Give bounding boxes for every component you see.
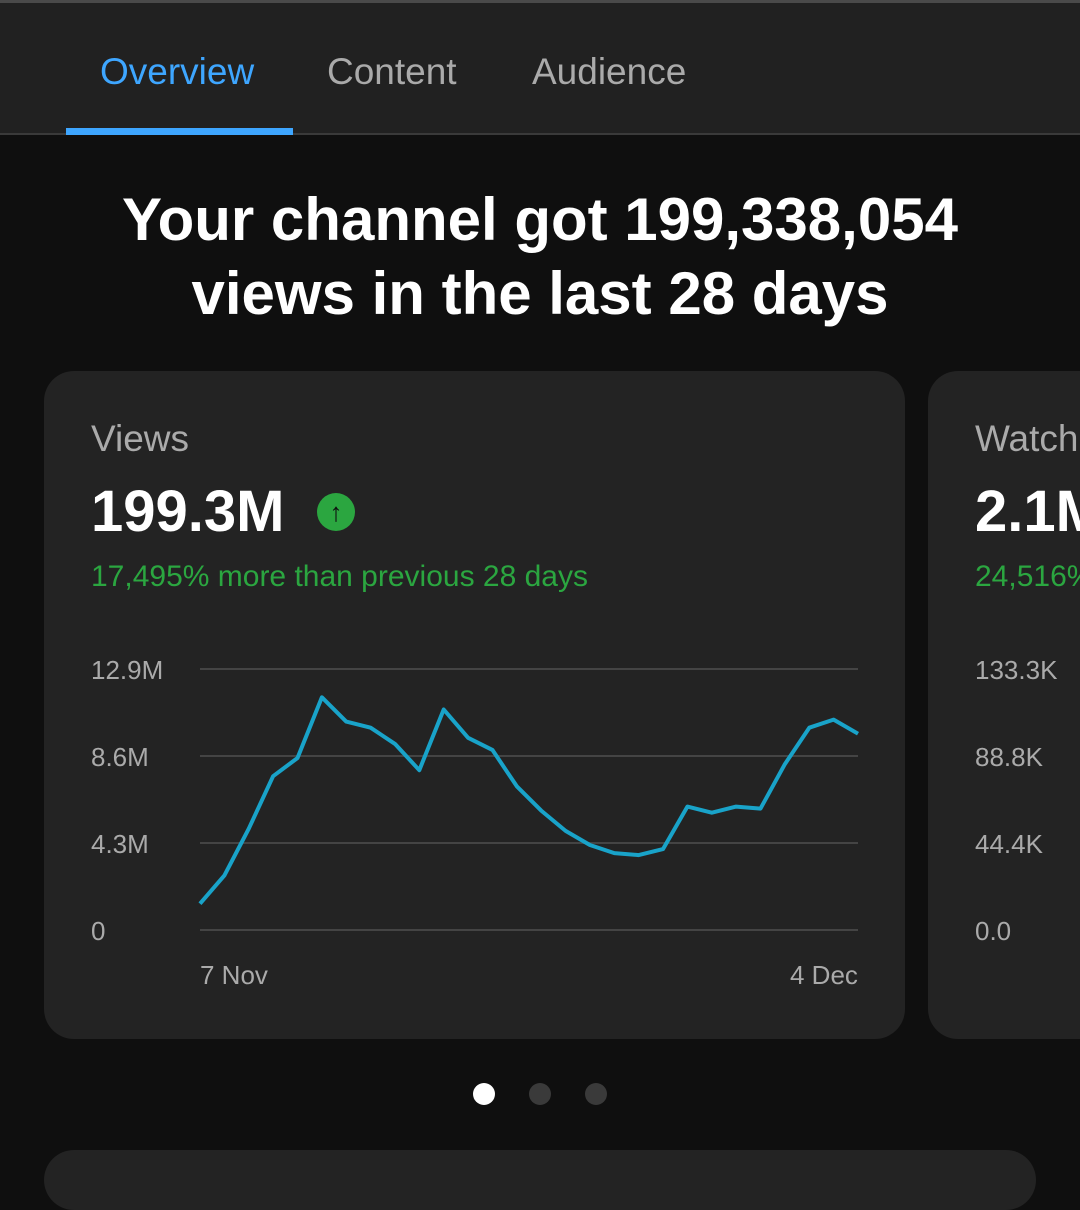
arrow-up-icon: ↑ — [317, 493, 355, 531]
views-series-line — [198, 695, 860, 906]
tab-audience[interactable]: Audience — [532, 3, 686, 133]
page-headline: Your channel got 199,338,054 views in th… — [0, 183, 1080, 331]
carousel-dot[interactable] — [473, 1083, 495, 1105]
watch-card-title: Watch — [975, 418, 1079, 459]
watch-y-tick-label: 88.8K — [975, 742, 1043, 772]
views-line-chart[interactable] — [190, 660, 870, 950]
y-tick-label: 12.9M — [91, 655, 164, 685]
next-section-card — [44, 1150, 1036, 1210]
tab-bar: Overview Content Audience — [0, 3, 1080, 135]
active-tab-indicator — [66, 128, 293, 135]
carousel-indicator — [0, 1083, 1080, 1107]
y-tick-label: 8.6M — [91, 742, 149, 772]
tab-content[interactable]: Content — [327, 3, 457, 133]
y-tick-label: 4.3M — [91, 829, 149, 859]
y-tick-label: 0 — [91, 916, 106, 946]
views-card-title: Views — [91, 418, 190, 459]
views-card-value: 199.3M — [91, 479, 285, 544]
carousel-dot[interactable] — [529, 1083, 551, 1105]
tab-overview[interactable]: Overview — [100, 3, 254, 133]
carousel-dot[interactable] — [585, 1083, 607, 1105]
x-tick-label: 4 Dec — [790, 960, 858, 990]
watch-y-tick-label: 133.3K — [975, 655, 1058, 685]
views-card-delta: 17,495% more than previous 28 days — [91, 560, 588, 593]
watch-card-delta: 24,516% — [975, 560, 1080, 593]
headline-line-1: Your channel got 199,338,054 — [122, 186, 958, 253]
x-tick-label: 7 Nov — [200, 960, 268, 990]
headline-line-2: views in the last 28 days — [191, 260, 889, 327]
watch-card-value: 2.1M — [975, 479, 1080, 544]
watch-y-tick-label: 44.4K — [975, 829, 1043, 859]
watch-y-tick-label: 0.0 — [975, 916, 1012, 946]
